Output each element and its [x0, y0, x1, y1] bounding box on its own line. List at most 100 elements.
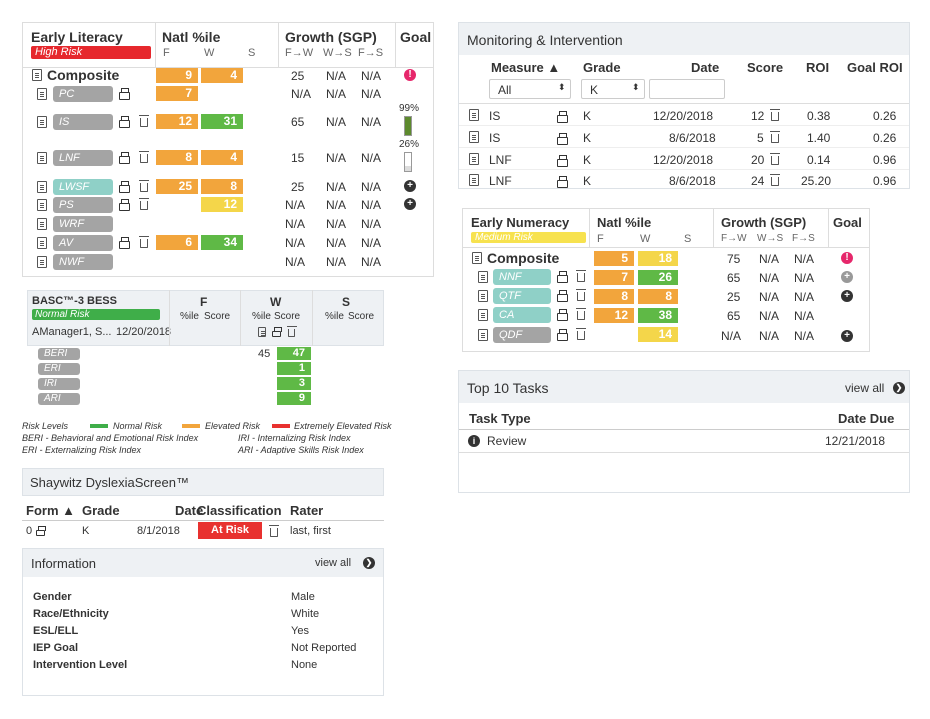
measure-wrf[interactable]: WRF	[53, 216, 113, 232]
info-val-race: White	[291, 608, 320, 620]
trash-icon[interactable]	[269, 525, 279, 537]
date-filter-input[interactable]	[649, 79, 725, 99]
measure-qtf[interactable]: QTF	[493, 288, 551, 304]
measure-nwf[interactable]: NWF	[53, 254, 113, 270]
measure-is[interactable]: IS	[53, 114, 113, 130]
document-icon[interactable]	[37, 152, 47, 164]
document-icon[interactable]	[469, 109, 479, 121]
goal-bar-is	[404, 116, 412, 136]
measure-ca[interactable]: CA	[493, 307, 551, 323]
measure-qdf[interactable]: QDF	[493, 327, 551, 343]
document-icon[interactable]	[469, 131, 479, 143]
document-icon[interactable]	[478, 309, 488, 321]
mon-roi: 25.20	[801, 174, 832, 188]
measure-ps[interactable]: PS	[53, 197, 113, 213]
measure-lwsf[interactable]: LWSF	[53, 179, 113, 195]
header-grade[interactable]: Grade	[583, 60, 621, 75]
add-goal-icon[interactable]: +	[841, 290, 853, 302]
header-form[interactable]: Form ▲	[26, 503, 75, 518]
chevron-right-icon[interactable]: ❯	[893, 382, 905, 394]
trash-icon[interactable]	[139, 115, 149, 127]
trash-icon[interactable]	[139, 198, 149, 210]
basc-beri[interactable]: BERI	[38, 348, 80, 360]
printer-icon[interactable]	[119, 116, 130, 128]
info-key-race: Race/Ethnicity	[33, 608, 109, 620]
basc-iri[interactable]: IRI	[38, 378, 80, 390]
printer-icon[interactable]	[119, 152, 130, 164]
document-icon[interactable]	[37, 181, 47, 193]
document-icon[interactable]	[37, 88, 47, 100]
trash-icon[interactable]	[770, 153, 780, 165]
chevron-right-icon[interactable]: ❯	[363, 557, 375, 569]
printer-icon[interactable]	[557, 111, 568, 123]
document-icon[interactable]	[37, 116, 47, 128]
printer-icon[interactable]	[119, 88, 130, 100]
measure-av[interactable]: AV	[53, 235, 113, 251]
add-goal-icon[interactable]: +	[841, 271, 853, 283]
printer-icon[interactable]	[119, 181, 130, 193]
document-icon[interactable]	[469, 174, 479, 186]
measure-lnf[interactable]: LNF	[53, 150, 113, 166]
printer-icon[interactable]	[557, 176, 568, 188]
basc-eri[interactable]: ERI	[38, 363, 80, 375]
printer-icon[interactable]	[557, 271, 568, 283]
document-icon[interactable]	[478, 290, 488, 302]
printer-icon[interactable]	[119, 237, 130, 249]
measure-pc[interactable]: PC	[53, 86, 113, 102]
trash-icon[interactable]	[770, 174, 780, 186]
header-classification[interactable]: Classification	[197, 503, 282, 518]
legend-extreme-swatch	[272, 424, 290, 428]
header-goal-roi[interactable]: Goal ROI	[847, 60, 903, 75]
trash-icon[interactable]	[139, 180, 149, 192]
printer-icon[interactable]	[119, 199, 130, 211]
basc-ari[interactable]: ARI	[38, 393, 80, 405]
add-goal-icon[interactable]: +	[404, 180, 416, 192]
date-due-header[interactable]: Date Due	[838, 411, 894, 426]
document-icon[interactable]	[37, 199, 47, 211]
task-type-header[interactable]: Task Type	[469, 411, 531, 426]
printer-icon[interactable]	[557, 329, 568, 341]
measure-filter-select[interactable]: All ⬍	[489, 79, 571, 99]
printer-icon[interactable]	[557, 309, 568, 321]
tasks-view-all[interactable]: view all	[845, 381, 884, 395]
header-roi[interactable]: ROI	[806, 60, 829, 75]
composite-label: Composite	[487, 250, 560, 266]
header-date[interactable]: Date	[691, 60, 719, 75]
trash-icon[interactable]	[576, 308, 586, 320]
printer-icon[interactable]	[557, 155, 568, 167]
printer-icon[interactable]	[557, 290, 568, 302]
trash-icon[interactable]	[576, 328, 586, 340]
info-view-all[interactable]: view all	[315, 557, 351, 569]
header-measure[interactable]: Measure ▲	[491, 60, 560, 75]
document-icon[interactable]	[478, 329, 488, 341]
col-fw: F→W	[285, 47, 314, 59]
document-icon[interactable]	[478, 271, 488, 283]
header-rater[interactable]: Rater	[290, 503, 323, 518]
document-icon[interactable]	[472, 252, 482, 264]
task-row-type[interactable]: Review	[487, 434, 526, 448]
trash-icon[interactable]	[139, 236, 149, 248]
trash-icon[interactable]	[576, 289, 586, 301]
trash-icon[interactable]	[139, 151, 149, 163]
header-score[interactable]: Score	[747, 60, 783, 75]
basc-sub-w: %ile	[252, 311, 271, 322]
document-icon[interactable]	[32, 69, 42, 81]
legend-elevated: Elevated Risk	[205, 421, 261, 431]
trash-icon[interactable]	[287, 326, 297, 337]
printer-icon[interactable]	[36, 526, 46, 536]
document-icon[interactable]	[258, 327, 266, 337]
printer-icon[interactable]	[272, 327, 282, 337]
add-goal-icon[interactable]: +	[404, 198, 416, 210]
trash-icon[interactable]	[576, 270, 586, 282]
trash-icon[interactable]	[770, 131, 780, 143]
printer-icon[interactable]	[557, 133, 568, 145]
header-grade[interactable]: Grade	[82, 503, 120, 518]
measure-nnf[interactable]: NNF	[493, 269, 551, 285]
document-icon[interactable]	[469, 153, 479, 165]
grade-filter-select[interactable]: K ⬍	[581, 79, 645, 99]
document-icon[interactable]	[37, 256, 47, 268]
document-icon[interactable]	[37, 237, 47, 249]
add-goal-icon[interactable]: +	[841, 330, 853, 342]
document-icon[interactable]	[37, 218, 47, 230]
trash-icon[interactable]	[770, 109, 780, 121]
